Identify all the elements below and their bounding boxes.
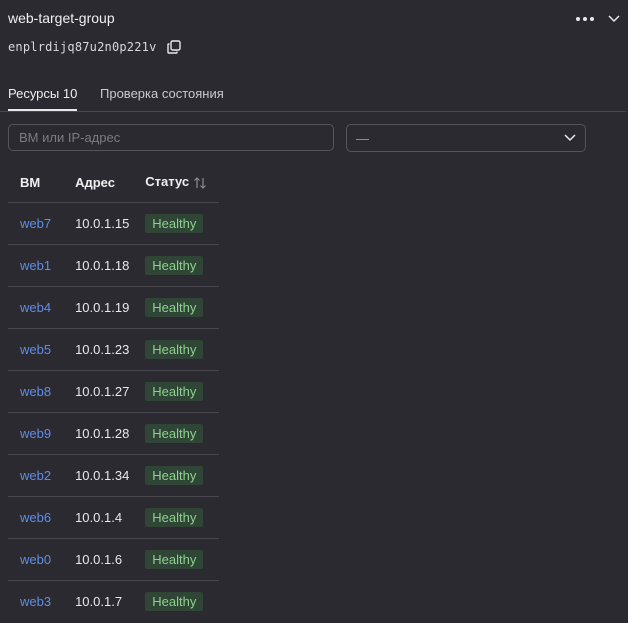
status-badge: Healthy	[145, 508, 204, 527]
table-row: web8 10.0.1.27 Healthy	[8, 370, 220, 413]
table-row: web4 10.0.1.19 Healthy	[8, 286, 220, 329]
vm-link[interactable]: web4	[8, 286, 64, 329]
address-cell: 10.0.1.28	[63, 412, 146, 455]
table-row: web6 10.0.1.4 Healthy	[8, 496, 220, 539]
copy-icon[interactable]	[166, 40, 181, 54]
status-badge: Healthy	[145, 424, 204, 443]
address-cell: 10.0.1.19	[63, 286, 146, 329]
vm-link[interactable]: web6	[8, 496, 64, 539]
vm-link[interactable]: web5	[8, 328, 64, 371]
status-badge: Healthy	[145, 592, 204, 611]
status-badge: Healthy	[145, 256, 204, 275]
address-cell: 10.0.1.6	[63, 538, 146, 581]
address-cell: 10.0.1.23	[63, 328, 146, 371]
status-badge: Healthy	[145, 466, 204, 485]
address-cell: 10.0.1.15	[63, 202, 146, 245]
vm-link[interactable]: web8	[8, 370, 64, 413]
column-header-status-label: Статус	[145, 174, 190, 190]
resource-id-row: enplrdijq87u2n0p221v	[8, 40, 181, 54]
status-cell: Healthy	[145, 412, 220, 455]
status-cell: Healthy	[145, 538, 220, 581]
status-filter-select[interactable]: —	[346, 124, 586, 152]
address-cell: 10.0.1.7	[63, 580, 146, 622]
vm-link[interactable]: web7	[8, 202, 64, 245]
status-badge: Healthy	[145, 382, 204, 401]
chevron-down-icon[interactable]	[608, 11, 620, 25]
table-row: web9 10.0.1.28 Healthy	[8, 412, 220, 455]
status-badge: Healthy	[145, 550, 204, 569]
status-cell: Healthy	[145, 202, 220, 245]
status-cell: Healthy	[145, 370, 220, 413]
table-header-row: ВМ Адрес Статус	[8, 162, 219, 203]
select-value: —	[356, 130, 369, 146]
chevron-down-icon	[564, 134, 576, 142]
address-cell: 10.0.1.4	[63, 496, 146, 539]
page-title: web-target-group	[8, 10, 115, 26]
status-cell: Healthy	[145, 286, 220, 329]
vm-link[interactable]: web2	[8, 454, 64, 497]
status-cell: Healthy	[145, 454, 220, 497]
status-badge: Healthy	[145, 214, 204, 233]
status-badge: Healthy	[145, 340, 204, 359]
status-cell: Healthy	[145, 496, 220, 539]
tabs-bar: Ресурсы 10 Проверка состояния	[0, 84, 626, 112]
panel-header: web-target-group	[8, 10, 628, 26]
table-body: web7 10.0.1.15 Healthy web1 10.0.1.18 Health…	[8, 202, 220, 622]
status-cell: Healthy	[145, 580, 220, 622]
column-header-address: Адрес	[75, 174, 115, 190]
table-row: web1 10.0.1.18 Healthy	[8, 244, 220, 287]
vm-link[interactable]: web0	[8, 538, 64, 581]
tab-health-check[interactable]: Проверка состояния	[100, 86, 224, 110]
search-input[interactable]	[8, 124, 334, 151]
status-cell: Healthy	[145, 244, 220, 287]
column-header-status[interactable]: Статус	[145, 162, 219, 203]
status-cell: Healthy	[145, 328, 220, 371]
table-row: web3 10.0.1.7 Healthy	[8, 580, 220, 622]
resources-table: ВМ Адрес Статус web7 10.0.1.15 Healthy web…	[8, 162, 220, 622]
table-row: web2 10.0.1.34 Healthy	[8, 454, 220, 497]
tab-resources[interactable]: Ресурсы 10	[8, 86, 78, 111]
more-horizontal-icon[interactable]	[576, 10, 594, 26]
address-cell: 10.0.1.34	[63, 454, 146, 497]
column-header-vm: ВМ	[20, 174, 41, 190]
table-row: web7 10.0.1.15 Healthy	[8, 202, 220, 245]
vm-link[interactable]: web3	[8, 580, 64, 622]
header-actions	[576, 10, 620, 26]
table-row: web5 10.0.1.23 Healthy	[8, 328, 220, 371]
table-row: web0 10.0.1.6 Healthy	[8, 538, 220, 581]
sort-icon[interactable]	[193, 176, 207, 190]
status-badge: Healthy	[145, 298, 204, 317]
resource-id: enplrdijq87u2n0p221v	[8, 40, 157, 54]
address-cell: 10.0.1.27	[63, 370, 146, 413]
vm-link[interactable]: web9	[8, 412, 64, 455]
vm-link[interactable]: web1	[8, 244, 64, 287]
address-cell: 10.0.1.18	[63, 244, 146, 287]
